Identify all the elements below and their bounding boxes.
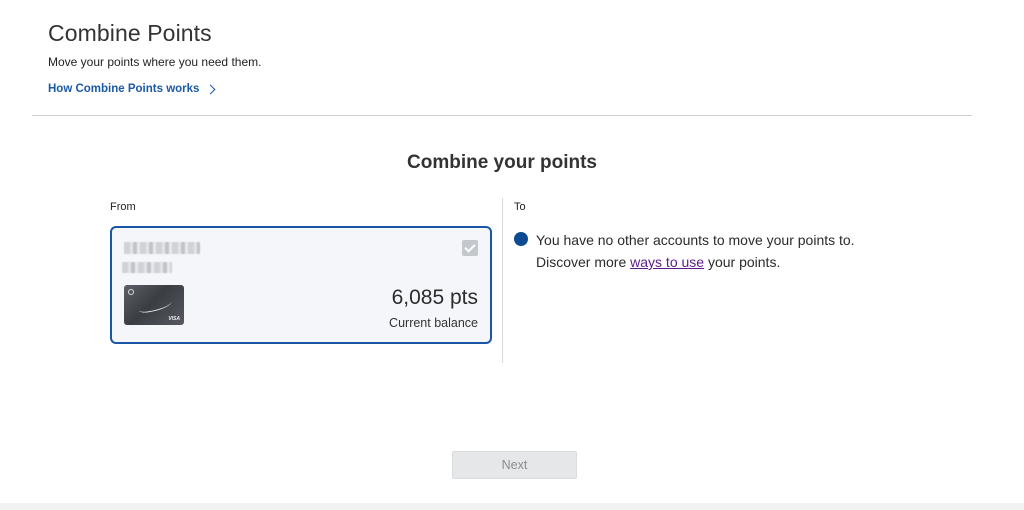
ways-to-use-link[interactable]: ways to use (630, 254, 704, 270)
page-subtitle: Move your points where you need them. (48, 55, 262, 69)
message-text: You have no other accounts to move your … (536, 229, 855, 273)
redacted-account-number (122, 262, 172, 273)
card-design-icon (137, 297, 173, 315)
to-label: To (514, 201, 526, 213)
points-balance: 6,085 pts (391, 286, 478, 309)
card-logo-icon (128, 289, 134, 295)
credit-card-image: VISA (124, 285, 184, 325)
how-combine-points-link[interactable]: How Combine Points works (48, 83, 216, 95)
header-divider (32, 115, 972, 116)
page-title: Combine Points (48, 20, 212, 46)
how-link-label: How Combine Points works (48, 83, 200, 95)
message-pre: Discover more (536, 254, 631, 270)
message-line-2: Discover more ways to use your points. (536, 251, 855, 273)
no-accounts-message: You have no other accounts to move your … (514, 229, 855, 273)
column-divider (502, 198, 503, 363)
status-dot-icon (514, 232, 528, 246)
section-title: Combine your points (407, 152, 597, 173)
message-line-1: You have no other accounts to move your … (536, 232, 855, 248)
message-post: your points. (704, 254, 781, 270)
page-header: Combine Points Move your points where yo… (48, 20, 261, 97)
chevron-right-icon (205, 84, 216, 94)
redacted-account-name (124, 242, 200, 254)
next-button[interactable]: Next (452, 451, 577, 479)
from-account-card[interactable]: VISA 6,085 pts Current balance (110, 226, 492, 344)
visa-logo-icon: VISA (168, 316, 180, 322)
balance-label: Current balance (389, 316, 478, 330)
checkbox-checked-icon[interactable] (462, 240, 478, 256)
from-label: From (110, 201, 136, 213)
footer-band (0, 503, 1024, 510)
